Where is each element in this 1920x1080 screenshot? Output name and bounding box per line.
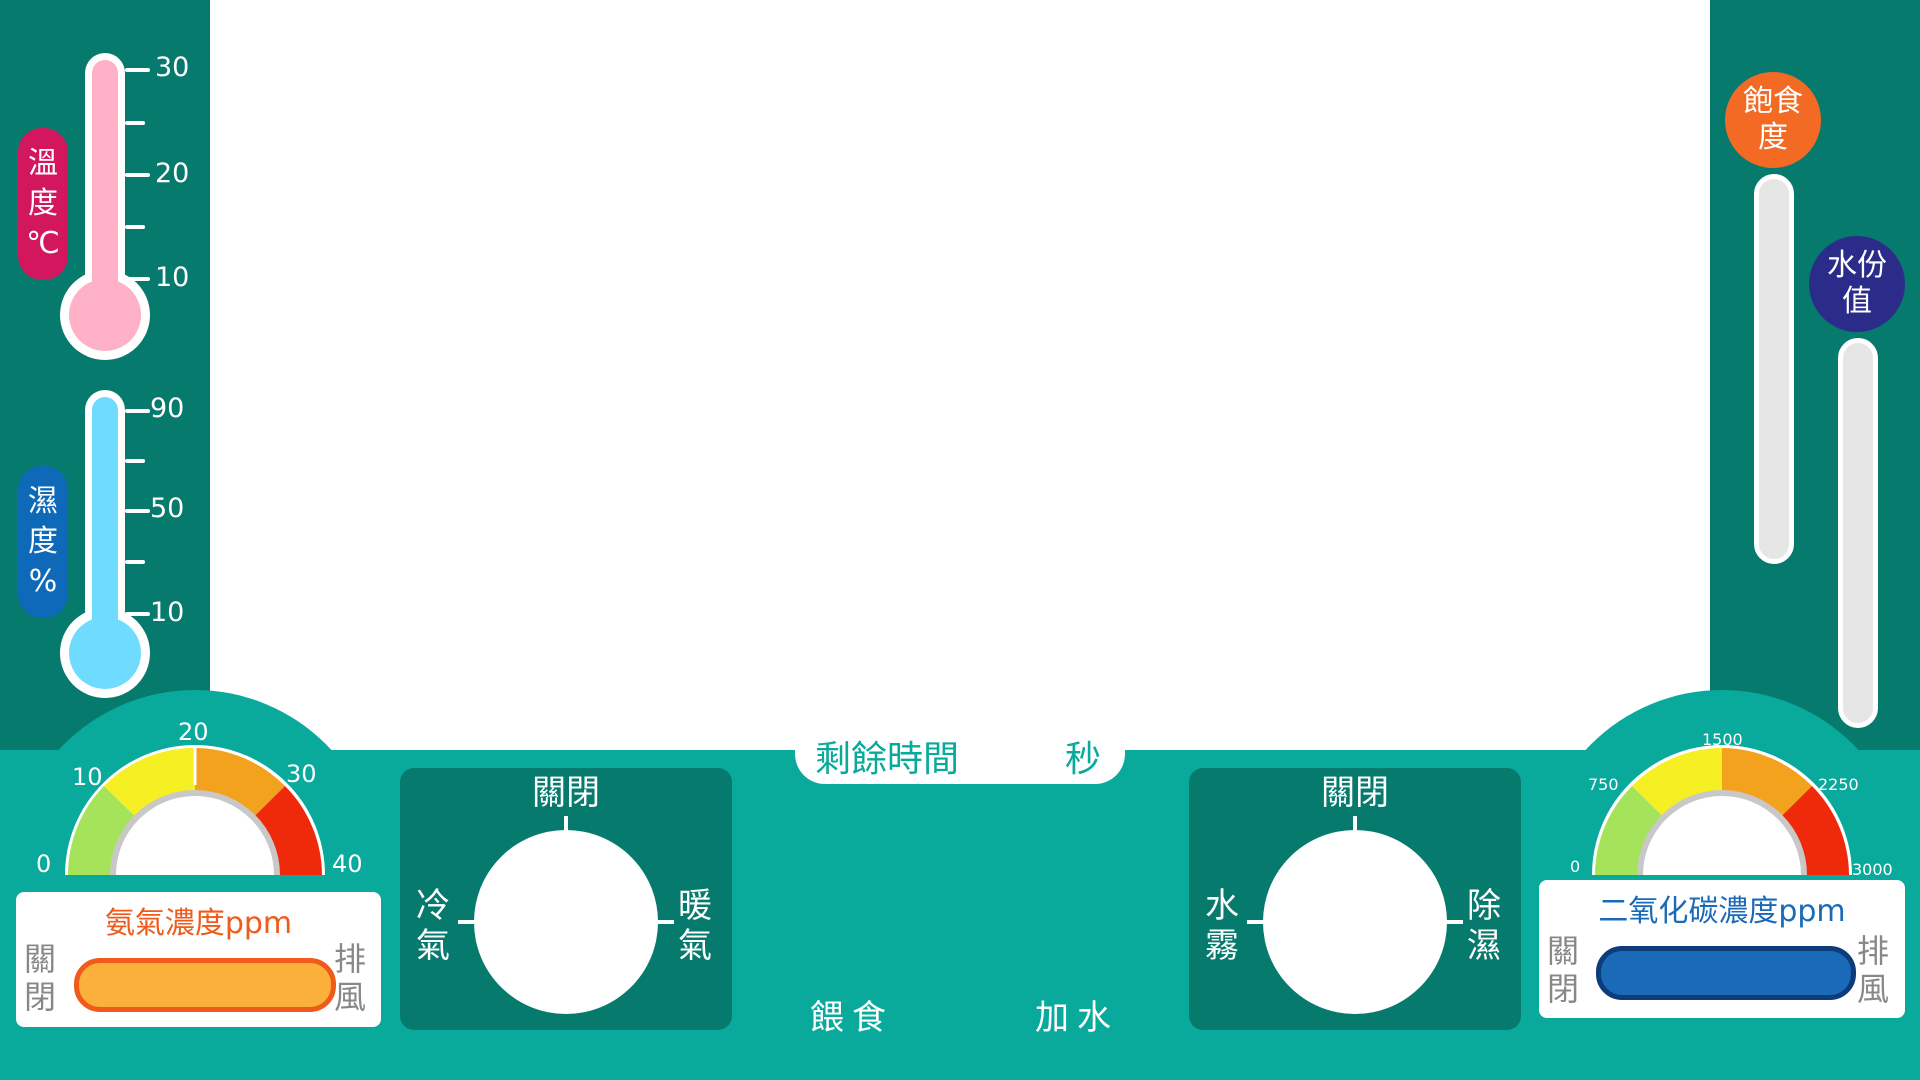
co2-gauge-tick: 3000	[1852, 860, 1893, 879]
co2-off-char: 關	[1547, 932, 1580, 970]
co2-vent-char: 風	[1857, 970, 1890, 1008]
humidity-tick: 50	[150, 493, 185, 524]
ammonia-vent-char: 排	[334, 940, 367, 978]
moisture-bar	[1838, 338, 1878, 728]
climate-knob-heat: 暖 氣	[678, 886, 712, 966]
ammonia-vent-char: 風	[334, 978, 367, 1016]
co2-gauge-tick: 750	[1588, 775, 1619, 794]
co2-title: 二氧化碳濃度ppm	[1598, 894, 1846, 929]
satiety-bar	[1754, 174, 1794, 564]
ammonia-gauge-tick: 20	[178, 718, 209, 746]
temperature-label-line: 溫	[28, 146, 58, 181]
co2-vent-label: 排 風	[1857, 932, 1889, 1008]
ammonia-gauge-tick: 30	[286, 760, 317, 788]
humidity-label-line: 度	[28, 524, 58, 559]
humidity-tick: 10	[150, 597, 185, 628]
timer-pill: 剩餘時間 秒	[795, 722, 1125, 784]
ammonia-off-char: 關	[24, 940, 57, 978]
ammonia-title: 氨氣濃度ppm	[104, 906, 293, 941]
temperature-thermometer	[60, 53, 150, 360]
timer-prefix: 剩餘時間	[815, 739, 960, 780]
mist-knob-off: 關閉	[1321, 773, 1389, 813]
satiety-label: 飽食 度	[1725, 72, 1821, 168]
feed-button[interactable]: 餵食	[810, 990, 894, 1039]
moisture-label: 水份 值	[1809, 236, 1905, 332]
climate-knob-cool: 冷 氣	[416, 886, 450, 966]
ammonia-switch[interactable]	[74, 958, 336, 1012]
co2-vent-char: 排	[1857, 932, 1890, 970]
climate-knob-panel: 關閉 冷 氣 暖 氣	[400, 768, 732, 1030]
co2-off-char: 閉	[1547, 970, 1580, 1008]
water-button[interactable]: 加水	[1035, 990, 1119, 1039]
moisture-label-line: 值	[1842, 284, 1872, 319]
temperature-tick: 20	[155, 158, 190, 189]
co2-off-label: 關 閉	[1547, 932, 1579, 1008]
climate-knob-heat-char: 暖	[678, 886, 712, 926]
mist-knob-dehumidify-char: 除	[1467, 886, 1501, 926]
climate-knob[interactable]	[474, 830, 658, 1014]
ammonia-gauge-tick: 40	[332, 850, 363, 878]
ammonia-card: 氨氣濃度ppm 關 閉 排 風	[16, 892, 381, 1027]
mist-knob-mist: 水 霧	[1205, 886, 1239, 966]
humidity-thermometer	[60, 390, 150, 698]
temperature-label-line: 度	[28, 186, 58, 221]
mist-knob-mist-char: 水	[1205, 886, 1239, 926]
humidity-tick: 90	[150, 393, 185, 424]
co2-gauge-tick: 2250	[1818, 775, 1859, 794]
ammonia-vent-label: 排 風	[334, 940, 366, 1016]
co2-switch[interactable]	[1596, 946, 1856, 1000]
satiety-label-line: 飽食	[1743, 84, 1803, 119]
temperature-tick: 30	[155, 52, 190, 83]
temperature-tick: 10	[155, 262, 190, 293]
co2-gauge-tick: 0	[1570, 857, 1581, 876]
humidity-label-line: %	[28, 564, 58, 599]
humidity-label-line: 濕	[28, 484, 58, 519]
ammonia-gauge-tick: 10	[72, 763, 103, 791]
ammonia-off-label: 關 閉	[24, 940, 56, 1016]
mist-knob-dehumidify-char: 濕	[1467, 926, 1501, 966]
satiety-label-line: 度	[1758, 120, 1788, 155]
co2-gauge-tick: 1500	[1702, 730, 1743, 749]
climate-knob-tick-right	[656, 920, 674, 924]
mist-knob-tick-right	[1445, 920, 1463, 924]
mist-knob[interactable]	[1263, 830, 1447, 1014]
ammonia-off-char: 閉	[24, 978, 57, 1016]
mist-knob-panel: 關閉 水 霧 除 濕	[1189, 768, 1521, 1030]
climate-knob-off: 關閉	[532, 773, 600, 813]
climate-knob-cool-char: 氣	[416, 926, 450, 966]
climate-knob-cool-char: 冷	[416, 886, 450, 926]
ammonia-gauge-tick: 0	[36, 850, 52, 878]
mist-knob-dehumidify: 除 濕	[1467, 886, 1501, 966]
timer-suffix: 秒	[1065, 739, 1102, 780]
co2-card: 二氧化碳濃度ppm 關 閉 排 風	[1539, 880, 1905, 1018]
climate-knob-heat-char: 氣	[678, 926, 712, 966]
mist-knob-mist-char: 霧	[1205, 926, 1239, 966]
moisture-label-line: 水份	[1827, 248, 1887, 283]
